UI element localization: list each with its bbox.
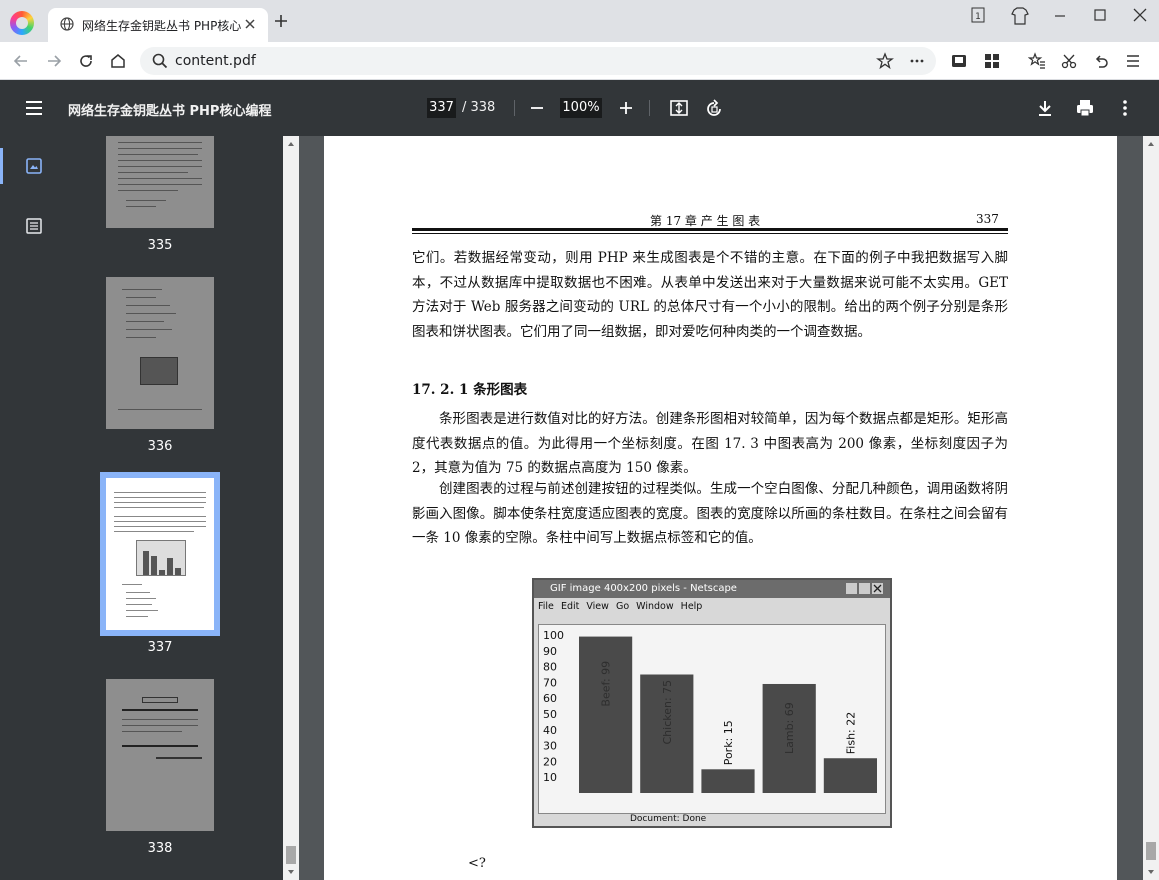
y-tick-label: 30 bbox=[543, 740, 557, 753]
y-tick-label: 20 bbox=[543, 755, 557, 768]
y-tick-label: 90 bbox=[543, 645, 557, 658]
address-toolbar: content.pdf bbox=[0, 42, 1159, 80]
fit-page-icon[interactable] bbox=[669, 99, 689, 117]
bar-label: Beef: 99 bbox=[600, 661, 613, 707]
download-icon[interactable] bbox=[1035, 98, 1055, 118]
undo-icon[interactable] bbox=[1092, 52, 1110, 70]
search-icon bbox=[151, 52, 169, 70]
page-number-input[interactable]: 337 bbox=[427, 98, 456, 118]
paragraph: 它们。若数据经常变动，则用 PHP 来生成图表是个不错的主意。在下面的例子中我把… bbox=[412, 250, 1008, 340]
y-tick-label: 70 bbox=[543, 676, 557, 689]
figure-screenshot: GIF image 400x200 pixels - Netscape File… bbox=[532, 578, 892, 828]
pdf-toolbar: 网络生存金钥匙丛书 PHP核心编程 337 / 338 100% bbox=[0, 80, 1159, 136]
thumbnails-view-icon[interactable] bbox=[24, 156, 44, 176]
zoom-in-icon[interactable] bbox=[618, 100, 634, 116]
figure-window-title: GIF image 400x200 pixels - Netscape bbox=[534, 580, 890, 598]
forward-icon[interactable] bbox=[45, 52, 63, 70]
sidebar-menu-icon[interactable] bbox=[24, 98, 44, 118]
y-tick-label: 10 bbox=[543, 771, 557, 784]
figure-menu-item: View bbox=[586, 601, 609, 612]
outline-view-icon[interactable] bbox=[24, 216, 44, 236]
selected-indicator bbox=[0, 148, 3, 184]
figure-menu: File Edit View Go Window Help bbox=[538, 601, 702, 612]
chart-bar bbox=[823, 758, 877, 793]
y-tick-label: 60 bbox=[543, 692, 557, 705]
thumbnail-sidebar: 335 336 337 338 bbox=[0, 136, 283, 880]
menu-icon[interactable] bbox=[1124, 52, 1142, 70]
favorites-icon[interactable] bbox=[1028, 52, 1046, 70]
page-thumbnail-selected[interactable] bbox=[100, 472, 220, 636]
sidebar-scrollbar[interactable] bbox=[283, 136, 299, 880]
figure-status: Document: Done bbox=[630, 814, 707, 824]
figure-menu-item: Edit bbox=[560, 601, 580, 612]
paragraph: 条形图表是进行数值对比的好方法。创建条形图相对较简单，因为每个数据点都是矩形。矩… bbox=[412, 411, 1008, 476]
chapter-title: 第 17 章 产 生 图 表 bbox=[650, 214, 761, 228]
close-window-icon[interactable] bbox=[1130, 6, 1150, 26]
url-text: content.pdf bbox=[175, 53, 256, 69]
page-thumbnail[interactable] bbox=[106, 277, 214, 429]
y-tick-label: 100 bbox=[543, 629, 564, 642]
print-icon[interactable] bbox=[1075, 98, 1095, 118]
figure-menu-item: Window bbox=[636, 601, 674, 612]
figure-menu-item: Go bbox=[615, 601, 630, 612]
bar-label: Lamb: 69 bbox=[783, 702, 796, 754]
document-title: 网络生存金钥匙丛书 PHP核心编程 bbox=[68, 104, 272, 119]
skin-icon[interactable] bbox=[1008, 6, 1032, 26]
bar-label: Fish: 22 bbox=[844, 712, 857, 755]
separator bbox=[649, 100, 650, 116]
browser-tab[interactable]: 网络生存金钥匙丛书 PHP核心 bbox=[48, 8, 268, 42]
bar-chart: 100 90 80 70 60 50 40 30 20 10 Beef: 99 Chicken: 75… bbox=[543, 629, 877, 793]
separator bbox=[514, 100, 515, 116]
tab-title: 网络生存金钥匙丛书 PHP核心 bbox=[82, 19, 242, 33]
scissors-icon[interactable] bbox=[1060, 52, 1078, 70]
bar-chart-canvas: 100 90 80 70 60 50 40 30 20 10 Beef: 99 Chicken: 75… bbox=[538, 624, 886, 814]
thumbnail-label: 335 bbox=[147, 238, 173, 253]
y-tick-label: 50 bbox=[543, 708, 557, 721]
apps-icon[interactable] bbox=[983, 52, 1001, 70]
close-tab-icon[interactable] bbox=[244, 18, 256, 30]
figure-menu-item: File bbox=[538, 601, 554, 612]
globe-icon bbox=[60, 17, 74, 31]
browser-logo-icon bbox=[10, 11, 34, 35]
chart-bar bbox=[579, 636, 633, 793]
thumbnail-label: 338 bbox=[147, 841, 173, 856]
zoom-input[interactable]: 100% bbox=[560, 98, 602, 118]
address-bar[interactable]: content.pdf bbox=[140, 47, 936, 75]
page-thumbnail[interactable] bbox=[106, 136, 214, 228]
back-icon[interactable] bbox=[12, 52, 30, 70]
new-tab-icon[interactable] bbox=[274, 14, 288, 28]
browser-title-bar: 网络生存金钥匙丛书 PHP核心 1 bbox=[0, 0, 1159, 42]
page-scrollbar[interactable] bbox=[1143, 136, 1159, 880]
tab-count-icon[interactable]: 1 bbox=[966, 6, 990, 26]
thumbnail-label: 337 bbox=[147, 640, 173, 655]
bar-label: Pork: 15 bbox=[722, 720, 735, 765]
home-icon[interactable] bbox=[109, 52, 127, 70]
zoom-out-icon[interactable] bbox=[529, 100, 545, 116]
chart-bar bbox=[701, 769, 755, 793]
star-icon[interactable] bbox=[876, 52, 894, 70]
thumbnail-label: 336 bbox=[147, 439, 173, 454]
code-fragment: <? bbox=[468, 856, 486, 871]
reload-icon[interactable] bbox=[77, 52, 95, 70]
maximize-icon[interactable] bbox=[1090, 6, 1110, 26]
pdf-viewer: 第 17 章 产 生 图 表 337 它们。若数据经常变动，则用 PHP 来生成… bbox=[283, 136, 1159, 880]
bar-label: Chicken: 75 bbox=[661, 680, 674, 745]
svg-text:1: 1 bbox=[975, 12, 981, 22]
more-options-icon[interactable] bbox=[1115, 98, 1135, 118]
rotate-icon[interactable] bbox=[705, 98, 725, 118]
minimize-icon[interactable] bbox=[1050, 6, 1070, 26]
pdf-page: 第 17 章 产 生 图 表 337 它们。若数据经常变动，则用 PHP 来生成… bbox=[324, 136, 1117, 880]
page-number: 337 bbox=[976, 212, 999, 226]
paragraph: 创建图表的过程与前述创建按钮的过程类似。生成一个空白图像、分配几种颜色，调用函数… bbox=[412, 481, 1008, 546]
page-thumbnail[interactable] bbox=[106, 679, 214, 831]
y-tick-label: 80 bbox=[543, 661, 557, 674]
section-heading: 17. 2. 1 条形图表 bbox=[412, 382, 528, 398]
figure-menu-item: Help bbox=[680, 601, 703, 612]
more-icon[interactable] bbox=[908, 52, 926, 70]
y-tick-label: 40 bbox=[543, 724, 557, 737]
page-total: / 338 bbox=[462, 100, 496, 115]
reading-mode-icon[interactable] bbox=[950, 52, 968, 70]
